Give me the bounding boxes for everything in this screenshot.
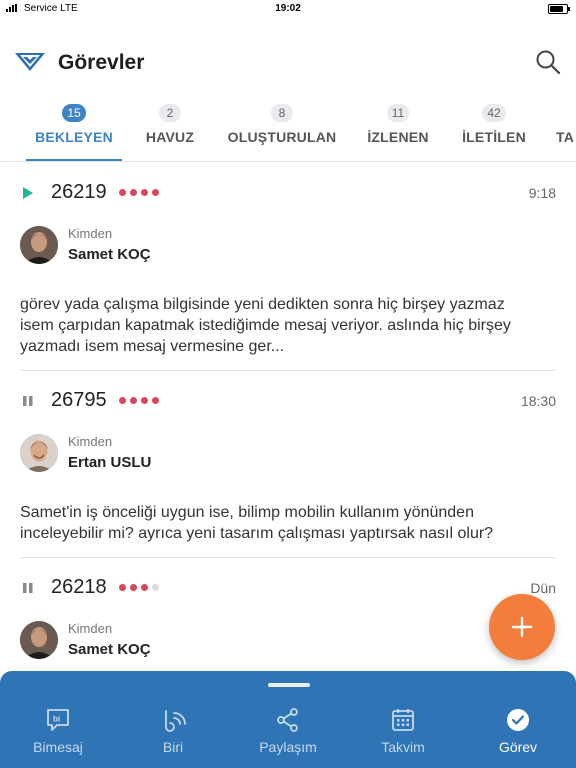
from-label: Kimden [68,434,113,449]
chat-bubble-icon: bi [47,709,69,731]
task-tabs: 15 BEKLEYEN 2 HAVUZ 8 OLUŞTURULAN 11 İZL… [0,104,576,162]
nav-label: Bimesaj [33,739,83,755]
nav-bimesaj[interactable]: bi Bimesaj [13,707,103,757]
share-icon [277,708,298,732]
tab-count: 11 [386,104,410,122]
status-time: 19:02 [275,3,301,14]
divider [20,370,556,371]
nav-takvim[interactable]: Takvim [358,707,448,757]
priority-dots [119,584,159,591]
task-sender: Kimden Samet KOÇ [20,619,520,659]
tab-label: HAVUZ [145,129,195,145]
app-header: Görevler [0,40,576,84]
task-header: 26219 9:18 [0,178,576,208]
task-sender: Kimden Samet KOÇ [20,224,520,264]
task-id: 26218 [51,576,107,598]
task-item[interactable]: 26219 9:18 Kimden Samet KOÇ görev yada ç… [0,178,576,370]
task-header: 26218 Dün [0,573,576,603]
avatar [20,226,58,264]
task-sender: Kimden Ertan USLU [20,432,520,472]
tab-havuz[interactable]: 2 HAVUZ [130,104,210,161]
active-tab-indicator [26,159,122,161]
task-header: 26795 18:30 [0,386,576,416]
nav-label: Takvim [381,739,425,755]
from-name: Samet KOÇ [68,641,151,658]
play-icon [22,186,34,200]
from-label: Kimden [68,621,113,636]
pause-icon [22,394,34,408]
task-time: Dün [530,580,556,596]
task-id: 26795 [51,389,107,411]
task-time: 18:30 [520,393,556,409]
task-item[interactable]: 26795 18:30 Kimden Ertan USLU Samet'in i… [0,386,576,556]
avatar [20,434,58,472]
tab-label: BEKLEYEN [35,129,113,145]
task-message: görev yada çalışma bilgisinde yeni dedik… [20,296,511,355]
divider [20,557,556,558]
nav-paylasim[interactable]: Paylaşım [243,707,333,757]
nav-label: Paylaşım [259,739,317,755]
tab-iletilen[interactable]: 42 İLETİLEN [454,104,534,161]
tab-label: İLETİLEN [462,129,526,145]
tab-label: İZLENEN [367,129,429,145]
app-logo-icon [14,50,46,74]
from-label: Kimden [68,226,113,241]
nav-label: Biri [162,739,184,755]
check-circle-icon [507,709,529,731]
svg-text:bi: bi [53,715,60,724]
drawer-handle[interactable] [268,683,310,687]
status-bar: Service LTE 19:02 [0,0,576,18]
add-task-button[interactable] [489,594,555,660]
nav-biri[interactable]: Biri [128,707,218,757]
tab-count: 42 [482,104,506,122]
nav-gorev[interactable]: Görev [473,707,563,757]
tab-label: OLUŞTURULAN [227,129,337,145]
biri-icon [165,710,186,732]
tab-count: 15 [62,104,86,122]
task-message: Samet'in iş önceliği uygun ise, bilimp m… [20,504,494,542]
tab-label: TA [556,129,575,145]
battery-icon [548,4,570,14]
search-icon[interactable] [534,48,562,76]
plus-icon [511,616,533,638]
from-name: Ertan USLU [68,454,152,471]
from-name: Samet KOÇ [68,246,151,263]
bottom-navigation: bi Bimesaj Biri Paylaşım Takvim Görev [0,671,576,768]
nav-label: Görev [498,739,538,755]
priority-dots [119,189,159,196]
tab-count: 8 [271,104,293,122]
page-title: Görevler [58,51,145,74]
pause-icon [22,581,34,595]
tab-izlenen[interactable]: 11 İZLENEN [354,104,442,161]
tab-count: 2 [159,104,181,122]
calendar-icon [392,709,414,731]
tab-truncated[interactable]: 0 TA [556,104,576,161]
avatar [20,621,58,659]
tab-bekleyen[interactable]: 15 BEKLEYEN [24,104,124,161]
task-id: 26219 [51,181,107,203]
tab-olusturulan[interactable]: 8 OLUŞTURULAN [222,104,342,161]
task-time: 9:18 [528,185,556,201]
priority-dots [119,397,159,404]
